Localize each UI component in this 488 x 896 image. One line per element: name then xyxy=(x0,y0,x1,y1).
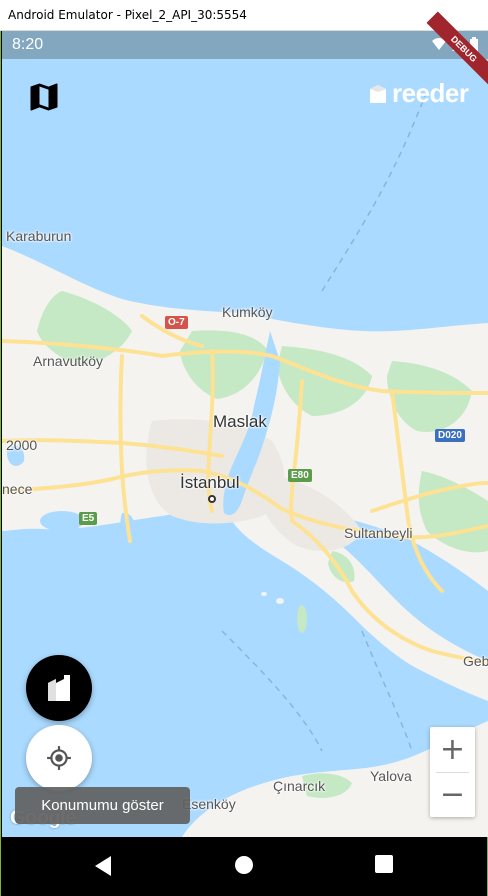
map-icon xyxy=(30,83,58,111)
map-label-esenkoy: Esenköy xyxy=(182,796,236,812)
android-nav-bar xyxy=(1,837,487,896)
back-icon[interactable] xyxy=(93,855,113,877)
map-label-2000: 2000 xyxy=(6,437,38,453)
zoom-controls: + − xyxy=(430,727,475,817)
road-shield-e5: E5 xyxy=(79,512,98,525)
status-bar: 8:20 xyxy=(2,31,488,59)
road-shield-o7: O-7 xyxy=(165,316,188,329)
status-time: 8:20 xyxy=(12,36,44,53)
home-icon[interactable] xyxy=(234,855,254,875)
map-toggle-button[interactable] xyxy=(26,79,62,115)
map-label-yalova: Yalova xyxy=(370,768,412,784)
map-label-karaburun: Karaburun xyxy=(6,228,72,244)
factory-icon xyxy=(48,675,70,701)
my-location-button[interactable] xyxy=(26,725,92,791)
map-label-maslak: Maslak xyxy=(213,412,267,431)
emulator-window: Android Emulator - Pixel_2_API_30:5554 K… xyxy=(0,0,488,896)
road-shield-d020: D020 xyxy=(435,429,465,442)
zoom-in-button[interactable]: + xyxy=(430,727,475,772)
location-tooltip: Konumumu göster xyxy=(15,787,190,824)
device-screen: Karaburun Kumköy Arnavutköy Maslak İstan… xyxy=(0,11,488,896)
my-location-icon xyxy=(47,746,71,770)
map-view[interactable]: Karaburun Kumköy Arnavutköy Maslak İstan… xyxy=(2,31,488,837)
map-city-dot xyxy=(208,495,216,503)
reeder-logo-icon xyxy=(370,84,386,103)
recents-icon[interactable] xyxy=(375,855,393,873)
map-label-cinarcik: Çınarcık xyxy=(273,778,326,794)
zoom-out-button[interactable]: − xyxy=(430,772,475,817)
map-label-gebze: Geb xyxy=(463,653,488,669)
map-label-arnavutkoy: Arnavutköy xyxy=(33,353,104,369)
reeder-logo: reeder xyxy=(368,78,469,109)
road-shield-e80: E80 xyxy=(288,469,312,482)
map-label-sultanbeyli: Sultanbeyli xyxy=(344,525,413,541)
logo-text: reeder xyxy=(392,78,469,108)
map-label-cece: nece xyxy=(2,481,33,497)
factory-button[interactable] xyxy=(26,655,92,721)
window-titlebar[interactable]: Android Emulator - Pixel_2_API_30:5554 xyxy=(0,0,488,31)
zoom-divider xyxy=(436,772,469,773)
map-label-istanbul: İstanbul xyxy=(180,473,240,492)
map-label-kumkoy: Kumköy xyxy=(222,304,273,320)
window-title: Android Emulator - Pixel_2_API_30:5554 xyxy=(8,8,247,22)
